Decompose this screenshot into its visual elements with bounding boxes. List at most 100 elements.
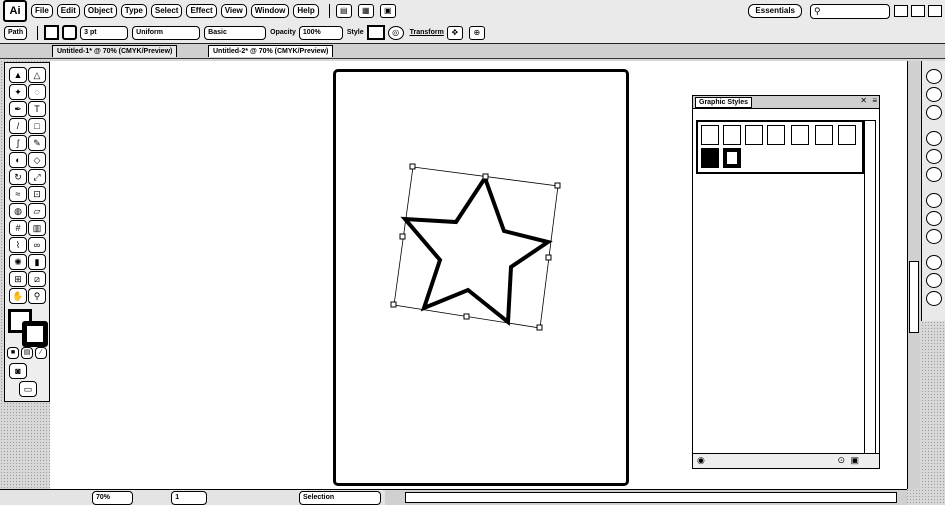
tab-untitled-2[interactable]: Untitled-2* @ 70% (CMYK/Preview) — [208, 45, 334, 57]
perspective-grid-tool-icon[interactable]: ▱ — [28, 203, 46, 219]
hand-tool-icon[interactable]: ✋ — [9, 288, 27, 304]
dock-symbols-icon[interactable] — [926, 131, 942, 146]
panel-menu-icon[interactable]: ≡ — [872, 96, 877, 105]
lasso-tool-icon[interactable]: ◌ — [28, 84, 46, 100]
eyedropper-tool-icon[interactable]: ⌇ — [9, 237, 27, 253]
stroke-weight-field[interactable]: 3 pt — [80, 25, 129, 40]
menu-window[interactable]: Window — [250, 4, 290, 18]
brush-dropdown[interactable]: Basic — [204, 25, 267, 40]
dock-appearance-icon[interactable] — [926, 211, 942, 226]
style-swatch[interactable] — [366, 25, 385, 40]
style-4[interactable] — [767, 125, 785, 145]
style-3[interactable] — [745, 125, 763, 145]
dock-gradient-icon[interactable] — [926, 167, 942, 182]
column-graph-tool-icon[interactable]: ▮ — [28, 254, 46, 270]
gradient-mode-icon[interactable]: ▤ — [21, 347, 33, 359]
none-mode-icon[interactable]: ⁄ — [35, 347, 47, 359]
screen-mode-icon[interactable]: ▭ — [19, 381, 37, 397]
slice-tool-icon[interactable]: ⧄ — [28, 271, 46, 287]
tab-untitled-1[interactable]: Untitled-1* @ 70% (CMYK/Preview) — [52, 45, 178, 57]
draw-mode-icon[interactable]: ◙ — [9, 363, 27, 379]
style-libraries-icon[interactable]: ◉ — [697, 455, 705, 466]
pencil-tool-icon[interactable]: ✎ — [28, 135, 46, 151]
zoom-field[interactable]: 70% — [92, 490, 134, 505]
style-5[interactable] — [791, 125, 809, 145]
menu-view[interactable]: View — [220, 4, 247, 18]
style-8[interactable] — [701, 148, 719, 168]
eraser-tool-icon[interactable]: ◇ — [28, 152, 46, 168]
panel-scrollbar[interactable] — [864, 120, 876, 454]
artboard-nav-field[interactable]: 1 — [171, 490, 208, 505]
menu-type[interactable]: Type — [120, 4, 147, 18]
transform-link[interactable]: Transform — [410, 29, 444, 36]
line-tool-icon[interactable]: / — [9, 118, 27, 134]
magic-wand-tool-icon[interactable]: ✦ — [9, 84, 27, 100]
vertical-scrollbar[interactable] — [907, 61, 920, 489]
panel-close-icon[interactable]: ✕ — [860, 96, 867, 105]
direct-selection-tool-icon[interactable]: △ — [28, 67, 46, 83]
arrange-documents-icon[interactable]: ▦ — [357, 4, 374, 18]
menu-edit[interactable]: Edit — [56, 4, 80, 18]
selection-tool-icon[interactable]: ▲ — [9, 67, 27, 83]
menu-select[interactable]: Select — [150, 4, 183, 18]
minimize-button[interactable] — [894, 5, 908, 17]
style-2[interactable] — [723, 125, 741, 145]
artboard-tool-icon[interactable]: ⊞ — [9, 271, 27, 287]
rectangle-tool-icon[interactable]: □ — [28, 118, 46, 134]
shape-builder-tool-icon[interactable]: ◍ — [9, 203, 27, 219]
style-9-selected[interactable] — [723, 148, 741, 168]
mesh-tool-icon[interactable]: # — [9, 220, 27, 236]
delete-style-icon[interactable]: ▣ — [850, 455, 859, 466]
style-default[interactable] — [701, 125, 719, 145]
zoom-tool-icon[interactable]: ⚲ — [28, 288, 46, 304]
bridge-icon[interactable]: ▤ — [335, 4, 352, 18]
maximize-button[interactable] — [911, 5, 925, 17]
menu-file[interactable]: File — [31, 4, 53, 18]
dock-align-icon[interactable] — [926, 291, 942, 306]
panel-title-tab[interactable]: Graphic Styles — [695, 97, 753, 108]
align-icon[interactable]: ✥ — [446, 25, 463, 40]
pen-tool-icon[interactable]: ✒ — [9, 101, 27, 117]
stroke-profile-dropdown[interactable]: Uniform — [132, 25, 201, 40]
gradient-tool-icon[interactable]: ▥ — [28, 220, 46, 236]
blob-brush-tool-icon[interactable]: ◐ — [9, 152, 27, 168]
style-7[interactable] — [838, 125, 856, 145]
menu-effect[interactable]: Effect — [186, 4, 217, 18]
close-window-button[interactable] — [928, 5, 942, 17]
dock-graphic-styles-icon[interactable] — [926, 229, 942, 244]
horizontal-scroll-thumb[interactable] — [405, 492, 897, 503]
color-mode-icon[interactable]: ■ — [7, 347, 19, 359]
style-6[interactable] — [815, 125, 833, 145]
artboard[interactable] — [333, 69, 629, 486]
search-input[interactable]: ⚲ — [810, 3, 890, 19]
layout-icon[interactable]: ▣ — [379, 4, 396, 18]
menu-object[interactable]: Object — [83, 4, 117, 18]
horizontal-scrollbar[interactable] — [385, 489, 907, 505]
symbol-sprayer-tool-icon[interactable]: ✺ — [9, 254, 27, 270]
menu-help[interactable]: Help — [293, 4, 319, 18]
new-style-icon[interactable]: ⊙ — [837, 455, 845, 466]
dock-swatches-icon[interactable] — [926, 87, 942, 102]
dock-artboards-icon[interactable] — [926, 273, 942, 288]
stroke-swatch[interactable] — [62, 25, 78, 40]
type-tool-icon[interactable]: T — [28, 101, 46, 117]
rotate-tool-icon[interactable]: ↻ — [9, 169, 27, 185]
dock-color-icon[interactable] — [926, 69, 942, 84]
panel-header[interactable]: Graphic Styles ✕ ≡ — [693, 96, 879, 109]
workspace-switcher[interactable]: Essentials — [748, 4, 802, 18]
vertical-scroll-thumb[interactable] — [909, 261, 919, 333]
recolor-icon[interactable]: ◎ — [387, 25, 404, 40]
dock-layers-icon[interactable] — [926, 255, 942, 270]
dock-stroke-icon[interactable] — [926, 149, 942, 164]
dock-brushes-icon[interactable] — [926, 105, 942, 120]
dock-transparency-icon[interactable] — [926, 193, 942, 208]
stroke-color-icon[interactable] — [22, 321, 48, 347]
paintbrush-tool-icon[interactable]: ʃ — [9, 135, 27, 151]
opacity-field[interactable]: 100% — [298, 25, 343, 40]
isolate-icon[interactable]: ⊕ — [468, 25, 485, 40]
fill-swatch[interactable] — [44, 25, 60, 40]
blend-tool-icon[interactable]: ∞ — [28, 237, 46, 253]
warp-tool-icon[interactable]: ≈ — [9, 186, 27, 202]
status-tool-name[interactable]: Selection — [299, 490, 381, 505]
free-transform-tool-icon[interactable]: ⊡ — [28, 186, 46, 202]
